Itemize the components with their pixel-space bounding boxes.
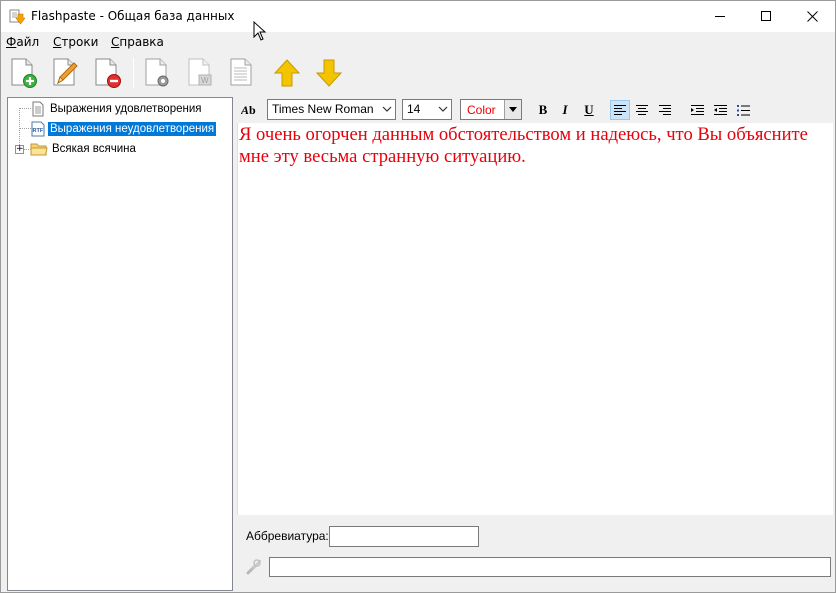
text-color-select[interactable]: Color [460, 99, 522, 120]
flashpaste-app-icon [9, 8, 26, 25]
chevron-down-icon [382, 106, 392, 112]
close-icon [806, 10, 818, 22]
font-family-value: Times New Roman [272, 102, 374, 116]
font-style-glyph: A b [241, 103, 256, 116]
app-window: Flashpaste - Общая база данных Файл Стро… [0, 0, 836, 593]
formatting-toolbar: A b Times New Roman 14 Color B I U [237, 97, 833, 122]
svg-text:W: W [201, 76, 209, 85]
font-family-select[interactable]: Times New Roman [267, 99, 396, 120]
editor-panel: A b Times New Roman 14 Color B I U Я оче… [237, 97, 833, 591]
maximize-icon [761, 11, 771, 21]
move-down-button[interactable] [312, 56, 346, 90]
decrease-indent-button[interactable] [710, 100, 730, 120]
tree-item-label: Выражения неудовлетворения [48, 122, 217, 136]
bold-button[interactable]: B [533, 100, 553, 120]
editor-text: Я очень огорчен данным обстоятельством и… [239, 124, 808, 167]
tree-view[interactable]: Выражения удовлетворения RTF Выражения н… [7, 97, 233, 591]
svg-text:RTF: RTF [33, 128, 44, 134]
italic-button[interactable]: I [555, 100, 575, 120]
settings-doc-button[interactable] [140, 56, 174, 90]
settings-doc-icon [145, 58, 169, 87]
toolbar-separator [133, 58, 134, 88]
plain-doc-button[interactable] [225, 56, 259, 90]
abbreviation-input[interactable] [329, 526, 479, 547]
rtf-doc-icon: RTF [31, 121, 45, 137]
move-up-icon [273, 59, 301, 87]
menu-file[interactable]: Файл [6, 35, 39, 49]
new-item-icon [11, 58, 37, 88]
align-left-button[interactable] [610, 100, 630, 120]
triangle-down-icon [509, 107, 517, 112]
indent-increase-icon [690, 104, 704, 115]
font-style-icon[interactable]: A b [241, 100, 259, 118]
align-left-icon [614, 104, 626, 115]
tree-item-selected[interactable]: RTF Выражения неудовлетворения [30, 120, 217, 138]
align-right-icon [659, 104, 671, 115]
indent-decrease-icon [713, 104, 727, 115]
snippet-input[interactable] [269, 557, 831, 577]
move-down-icon [315, 59, 343, 87]
rich-text-editor[interactable]: Я очень огорчен данным обстоятельством и… [237, 123, 833, 515]
edit-item-button[interactable] [48, 56, 82, 90]
word-doc-icon: W [188, 58, 212, 86]
bullet-list-icon [736, 104, 750, 116]
menu-rows[interactable]: Строки [53, 35, 98, 49]
new-item-button[interactable] [6, 56, 40, 90]
menu-rows-label: троки [61, 35, 99, 49]
close-button[interactable] [789, 1, 835, 31]
tree-item[interactable]: Всякая всячина [30, 140, 138, 158]
tree-expand-toggle[interactable]: + [15, 145, 24, 154]
menu-file-label: айл [16, 35, 40, 49]
tree-item-label: Всякая всячина [52, 143, 136, 155]
mouse-cursor-icon [253, 20, 267, 44]
minimize-icon [715, 16, 725, 17]
italic-label: I [562, 102, 568, 117]
svg-text:b: b [249, 103, 256, 116]
bullet-list-button[interactable] [733, 100, 753, 120]
align-center-icon [636, 104, 648, 115]
move-up-button[interactable] [270, 56, 304, 90]
tools-icon[interactable] [245, 558, 263, 576]
title-bar[interactable]: Flashpaste - Общая база данных [1, 1, 835, 32]
align-center-button[interactable] [632, 100, 652, 120]
edit-item-icon [53, 58, 78, 86]
minimize-button[interactable] [697, 1, 743, 31]
text-color-label: Color [467, 103, 496, 117]
font-size-value: 14 [407, 102, 421, 116]
menu-file-mnemonic: Ф [6, 35, 17, 49]
bold-label: B [538, 102, 548, 117]
folder-icon [30, 143, 48, 156]
menu-help[interactable]: Справка [111, 35, 164, 49]
word-doc-button[interactable]: W [183, 56, 217, 90]
align-right-button[interactable] [655, 100, 675, 120]
svg-text:A: A [241, 103, 249, 116]
delete-item-button[interactable] [90, 56, 124, 90]
tree-item-label: Выражения удовлетворения [50, 103, 202, 115]
font-size-select[interactable]: 14 [402, 99, 452, 120]
menu-help-label: правка [119, 35, 164, 49]
window-title: Flashpaste - Общая база данных [31, 9, 235, 23]
text-doc-icon [32, 101, 44, 117]
toolbar: W [1, 52, 835, 94]
maximize-button[interactable] [743, 1, 789, 31]
menu-bar: Файл Строки Справка [1, 32, 835, 52]
color-dropdown-button[interactable] [504, 100, 521, 119]
plain-doc-icon [230, 58, 252, 86]
underline-button[interactable]: U [579, 100, 599, 120]
tree-item[interactable]: Выражения удовлетворения [30, 100, 204, 118]
chevron-down-icon [438, 106, 448, 112]
increase-indent-button[interactable] [687, 100, 707, 120]
wrench-icon [246, 559, 261, 575]
underline-label: U [584, 102, 594, 117]
delete-item-icon [95, 58, 121, 88]
abbreviation-label: Аббревиатура: [246, 529, 329, 543]
